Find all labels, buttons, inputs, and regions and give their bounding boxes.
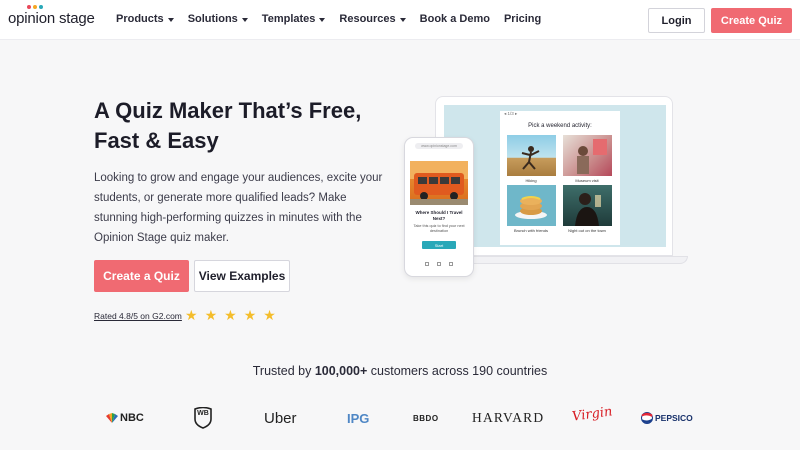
chevron-down-icon <box>241 17 248 22</box>
menu-book-demo[interactable]: Book a Demo <box>420 13 490 25</box>
harvard-logo: HARVARD <box>472 410 545 425</box>
travel-bus-image <box>410 161 468 205</box>
wb-logo-text: WB <box>197 410 209 417</box>
top-navbar: opinion stage Products Solutions Templat… <box>0 0 800 40</box>
option-label-brunch: Brunch with friends <box>513 228 548 233</box>
nbc-logo: NBC <box>105 406 144 430</box>
g2-rating-link[interactable]: Rated 4.8/5 on G2.com <box>94 311 182 321</box>
peacock-icon <box>106 413 118 423</box>
menu-pricing-label: Pricing <box>503 13 542 25</box>
hero-title-line1: A Quiz Maker That’s Free, <box>94 98 362 123</box>
ipg-logo: IPG <box>347 410 370 426</box>
phone-quiz-subtitle: Take this quiz to find your next destina… <box>413 224 465 233</box>
trusted-suffix: customers across 190 countries <box>367 364 548 378</box>
brunch-image <box>507 185 556 226</box>
create-quiz-nav-button[interactable]: Create Quiz <box>711 8 792 33</box>
square-icon <box>449 262 453 266</box>
square-icon <box>425 262 429 266</box>
menu-solutions-label: Solutions <box>187 13 238 25</box>
menu-solutions[interactable]: Solutions <box>188 13 248 25</box>
star-icon: ★ <box>243 307 257 323</box>
phone-url-bar: www.opinionstage.com <box>415 143 463 149</box>
menu-resources[interactable]: Resources <box>339 13 406 25</box>
login-button[interactable]: Login <box>648 8 705 33</box>
phone-toolbar <box>425 262 453 266</box>
logo-text: opinion stage <box>8 10 95 27</box>
pepsico-logo: PEPSICO <box>641 406 693 430</box>
laptop-screen: ◂ 1/3 ▸ Pick a weekend activity: Hiking … <box>444 105 666 247</box>
quiz-counter: ◂ 1/3 ▸ <box>504 111 518 116</box>
menu-products-label: Products <box>116 13 164 25</box>
menu-templates-label: Templates <box>261 13 316 25</box>
chevron-down-icon <box>399 17 406 22</box>
uber-logo: Uber <box>264 409 297 427</box>
opinion-stage-logo[interactable]: opinion stage <box>8 5 95 27</box>
pepsico-logo-text: PEPSICO <box>655 413 693 423</box>
virgin-logo: Virgin <box>571 403 614 425</box>
menu-book-demo-label: Book a Demo <box>419 13 490 25</box>
trusted-count: 100,000+ <box>314 364 368 378</box>
bbdo-logo: BBDO <box>413 413 439 423</box>
hero-description: Looking to grow and engage your audience… <box>94 172 383 244</box>
museum-image <box>563 135 612 176</box>
trusted-by-text: Trusted by 100,000+ customers across 190… <box>0 364 800 378</box>
main-menu: Products Solutions Templates Resources B… <box>116 13 555 25</box>
view-examples-button[interactable]: View Examples <box>194 260 290 292</box>
square-icon <box>437 262 441 266</box>
chevron-down-icon <box>319 17 326 22</box>
quiz-question: Pick a weekend activity: <box>528 123 592 129</box>
menu-templates[interactable]: Templates <box>262 13 326 25</box>
create-quiz-button[interactable]: Create a Quiz <box>94 260 189 292</box>
option-label-hiking: Hiking <box>525 178 537 183</box>
star-icon: ★ <box>224 307 237 323</box>
logo-dots-icon <box>27 5 43 9</box>
phone-start-button: Start <box>422 241 456 249</box>
star-icon: ★ <box>263 307 276 323</box>
nbc-logo-text: NBC <box>120 412 144 424</box>
option-label-night-out: Night out on the town <box>568 228 606 233</box>
star-icon: ★ <box>204 307 218 323</box>
hero-title: A Quiz Maker That’s Free, Fast & Easy <box>94 96 394 156</box>
night-out-image <box>563 185 612 226</box>
menu-products[interactable]: Products <box>116 13 174 25</box>
menu-resources-label: Resources <box>339 13 396 25</box>
pepsi-globe-icon <box>641 412 653 424</box>
trusted-prefix: Trusted by <box>252 364 315 378</box>
phone-mockup: www.opinionstage.com Where Should I Trav… <box>404 137 474 277</box>
hiking-image <box>507 135 556 176</box>
quiz-preview-card: ◂ 1/3 ▸ Pick a weekend activity: Hiking … <box>500 111 620 245</box>
option-label-museum: Museum visit <box>575 178 599 183</box>
warner-bros-logo: WB <box>193 406 213 430</box>
hero-title-line2: Fast & Easy <box>94 128 219 153</box>
menu-pricing[interactable]: Pricing <box>504 13 541 25</box>
chevron-down-icon <box>167 17 174 22</box>
rating-stars: ★ ★ ★ ★ ★ <box>185 307 276 323</box>
phone-quiz-title: Where Should I Travel Next? <box>415 210 463 221</box>
star-icon: ★ <box>185 307 198 323</box>
